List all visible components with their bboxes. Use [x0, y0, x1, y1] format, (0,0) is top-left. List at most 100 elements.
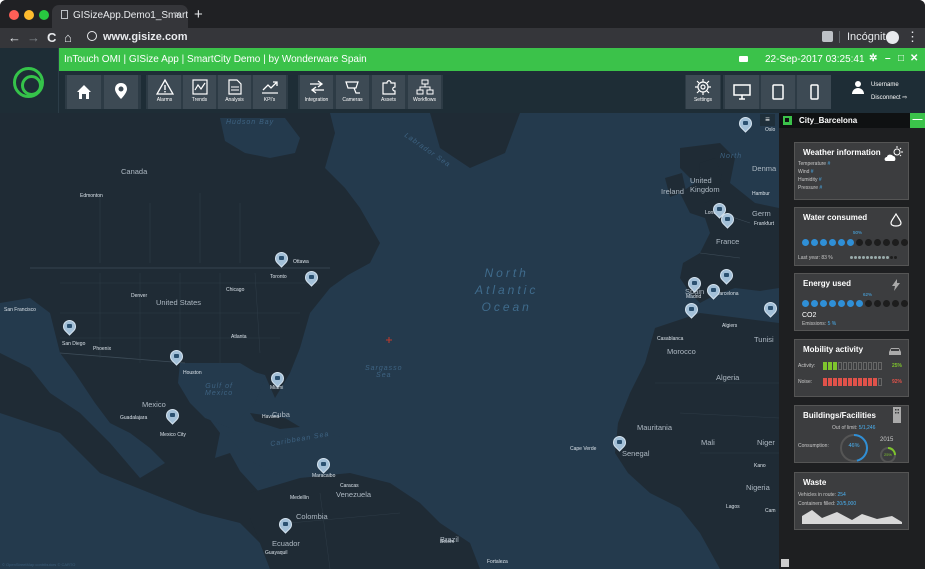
- label-san-diego: San Diego: [62, 341, 86, 347]
- location-pin[interactable]: [272, 249, 291, 269]
- minimize-button[interactable]: –: [885, 53, 891, 64]
- label-lagos: Lagos: [726, 504, 740, 510]
- back-arrow-icon[interactable]: ←: [8, 30, 21, 46]
- label-hudson-bay: Hudson Bay: [226, 119, 275, 126]
- wind-label: Wind: [798, 169, 810, 175]
- tab-close-icon[interactable]: ×: [175, 9, 181, 21]
- location-pin[interactable]: [682, 300, 701, 320]
- location-pin[interactable]: [314, 455, 333, 475]
- buildings-card[interactable]: Buildings/Facilities Out of limit: 5/1,2…: [794, 405, 909, 463]
- label-mexico: Mexico: [142, 400, 166, 409]
- gear-icon[interactable]: ✲: [869, 53, 877, 64]
- camera-icon[interactable]: [739, 56, 748, 62]
- reload-icon[interactable]: C: [47, 30, 56, 46]
- location-pin[interactable]: [685, 274, 704, 294]
- weather-title: Weather information: [803, 148, 881, 157]
- location-pin[interactable]: [717, 266, 736, 286]
- integration-arrows-icon: [309, 80, 324, 94]
- level-dot: [856, 300, 863, 307]
- label-gulf-of-mexico: Gulf of Mexico: [205, 383, 234, 397]
- label-morocco: Morocco: [667, 347, 696, 356]
- location-pin[interactable]: [276, 515, 295, 535]
- consumption-label: Consumption:: [798, 443, 829, 449]
- location-pin[interactable]: [268, 369, 287, 389]
- user-avatar-icon[interactable]: [852, 81, 864, 95]
- browser-tab[interactable]: GISizeApp.Demo1_SmartCity- ×: [52, 5, 188, 28]
- restore-button[interactable]: □: [898, 53, 904, 64]
- vehicles-row: Vehicles in route: 254: [798, 492, 846, 498]
- mobility-title: Mobility activity: [803, 345, 864, 354]
- co2-label: CO2: [802, 312, 817, 319]
- window-close-dot[interactable]: [9, 10, 19, 20]
- location-pin[interactable]: [302, 268, 321, 288]
- level-dot: [865, 239, 872, 246]
- label-houston: Houston: [183, 370, 202, 376]
- window-minimize-dot[interactable]: [24, 10, 34, 20]
- integration-button[interactable]: Integration: [300, 75, 333, 109]
- trends-button[interactable]: Trends: [183, 75, 216, 109]
- disconnect-link[interactable]: Disconnect ⇨: [871, 94, 907, 101]
- level-dot: [901, 239, 908, 246]
- water-last-year: Last year: 83 %: [798, 255, 833, 261]
- level-dot: [850, 256, 853, 259]
- map-pin-button[interactable]: [104, 75, 138, 109]
- energy-card[interactable]: Energy used 62% CO2 Emissions: 5 %: [794, 273, 909, 331]
- desktop-view-button[interactable]: [725, 75, 759, 109]
- tablet-view-button[interactable]: [761, 75, 795, 109]
- waste-card[interactable]: Waste Vehicles in route: 254 Containers …: [794, 472, 909, 530]
- water-card[interactable]: Water consumed 50% Last year: 83 %: [794, 207, 909, 266]
- meter-bar: [848, 378, 852, 386]
- location-pin[interactable]: [60, 317, 79, 337]
- waste-sparkline: [802, 510, 902, 524]
- forward-arrow-icon[interactable]: →: [27, 30, 40, 46]
- level-dot: [847, 300, 854, 307]
- integration-label: Integration: [304, 97, 329, 103]
- panel-window-icon[interactable]: [783, 116, 792, 125]
- kpis-button[interactable]: KPI's: [253, 75, 286, 109]
- settings-button[interactable]: Settings: [686, 75, 720, 109]
- new-tab-button[interactable]: +: [194, 6, 203, 23]
- level-dot: [883, 239, 890, 246]
- map-view[interactable]: Hudson Bay Labrador Sea North Atlantic O…: [0, 113, 779, 569]
- phone-view-button[interactable]: [797, 75, 831, 109]
- label-ecuador: Ecuador: [272, 539, 300, 548]
- location-pin[interactable]: [718, 210, 737, 230]
- meter-bar: [853, 362, 857, 370]
- noise-bar-meter: [823, 378, 882, 386]
- monitor-icon: [733, 84, 751, 100]
- map-attribution[interactable]: © OpenStreetMap contributors © CARTO: [2, 562, 75, 567]
- analysis-button[interactable]: Analysis: [218, 75, 251, 109]
- location-pin[interactable]: [761, 299, 779, 319]
- location-pin[interactable]: [610, 433, 629, 453]
- assets-button[interactable]: Assets: [372, 75, 405, 109]
- mobility-card[interactable]: Mobility activity Activity: 25% Noise: 9…: [794, 339, 909, 397]
- panel-footer-icon[interactable]: [781, 559, 789, 567]
- label-havana: Havana: [262, 414, 280, 420]
- home-button[interactable]: [67, 75, 101, 109]
- meter-bar: [878, 362, 882, 370]
- alarms-button[interactable]: Alarms: [148, 75, 181, 109]
- close-button[interactable]: ✕: [910, 53, 918, 64]
- location-pin[interactable]: [704, 281, 723, 301]
- incognito-icon[interactable]: [886, 31, 899, 44]
- label-frankfurt: Frankfurt: [754, 221, 775, 227]
- home-icon[interactable]: ⌂: [64, 30, 72, 46]
- cameras-button[interactable]: Cameras: [336, 75, 369, 109]
- label-casablanca: Casablanca: [657, 336, 684, 342]
- workflows-button[interactable]: Workflows: [408, 75, 441, 109]
- weather-card[interactable]: Weather information Temperature # Wind #…: [794, 142, 909, 200]
- humidity-row: Humidity #: [798, 177, 822, 183]
- panel-header: City_Barcelona —: [779, 113, 925, 128]
- panel-collapse-button[interactable]: —: [910, 113, 925, 128]
- browser-menu-icon[interactable]: ⋮: [906, 29, 919, 45]
- url-field[interactable]: www.gisize.com: [87, 31, 188, 43]
- app-logo[interactable]: [13, 67, 44, 98]
- location-pin[interactable]: [163, 406, 182, 426]
- location-pin[interactable]: [736, 114, 755, 134]
- settings-label: Settings: [693, 97, 713, 103]
- extension-icon[interactable]: [822, 31, 833, 42]
- map-legend-button[interactable]: ≡: [760, 114, 775, 126]
- location-pin[interactable]: [167, 347, 186, 367]
- window-zoom-dot[interactable]: [39, 10, 49, 20]
- level-dot: [858, 256, 861, 259]
